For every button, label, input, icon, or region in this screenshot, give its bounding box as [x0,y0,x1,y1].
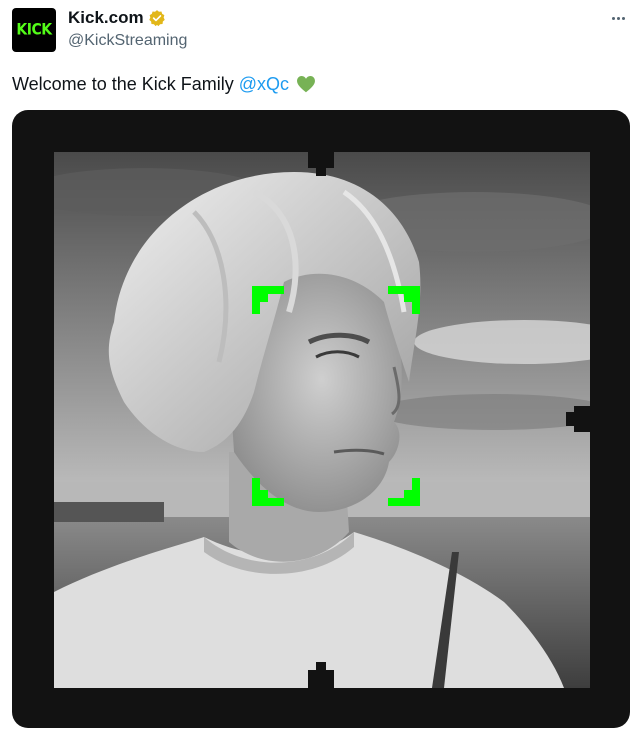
mention-link[interactable]: @xQc [239,72,289,96]
tweet-header: KICK Kick.com @KickStreaming [0,0,640,64]
green-heart-icon [295,73,317,95]
display-name[interactable]: Kick.com [68,8,144,28]
more-options-icon[interactable] [608,8,628,28]
frame-notches [308,152,590,688]
tweet-body-text: Welcome to the Kick Family [12,74,234,94]
account-handle[interactable]: @KickStreaming [68,31,187,51]
avatar[interactable]: KICK [12,8,56,52]
tweet-media-image[interactable] [12,110,630,728]
tweet-text: Welcome to the Kick Family @xQc [12,72,317,96]
display-name-row: Kick.com [68,8,187,28]
avatar-logo-text: KICK [16,20,52,40]
verified-badge-icon[interactable] [148,9,166,27]
account-name-block: Kick.com @KickStreaming [68,8,187,51]
